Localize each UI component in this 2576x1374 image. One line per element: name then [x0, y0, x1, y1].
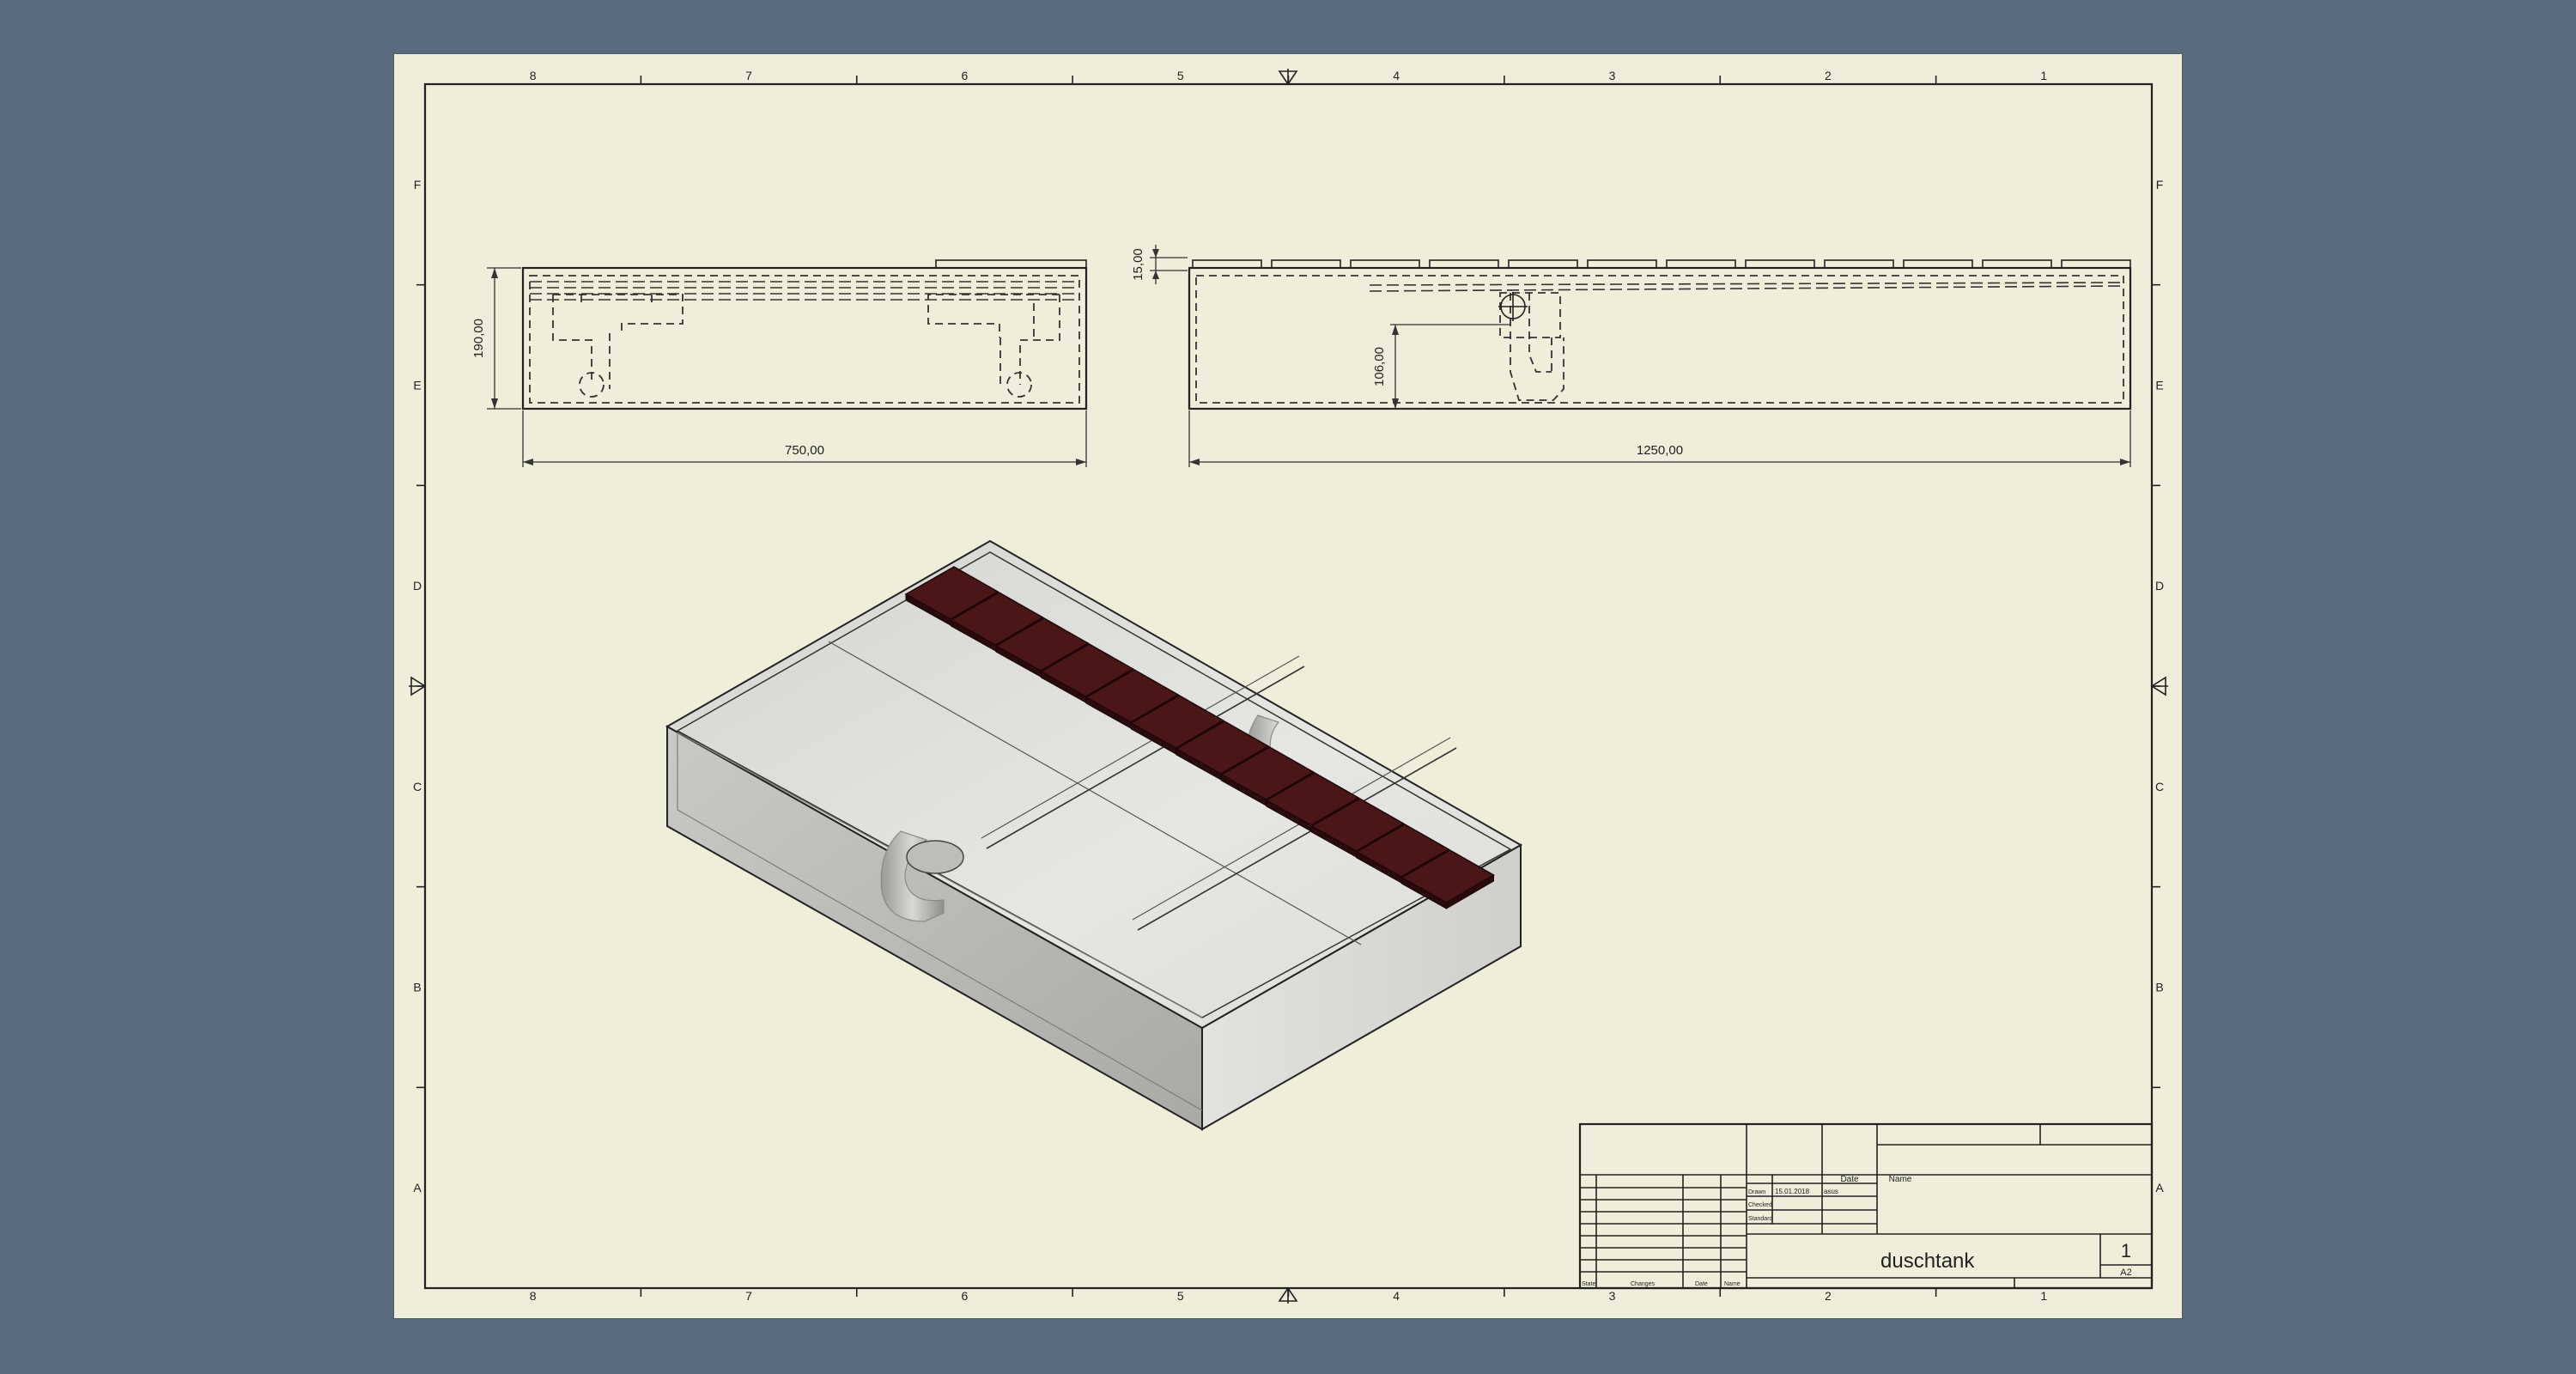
- grate-slat: [1903, 259, 1973, 269]
- zone-label-left-F: F: [414, 178, 422, 192]
- zone-label-right-C: C: [2155, 780, 2164, 793]
- title-block-drawn-date: 15.01.2018: [1775, 1188, 1810, 1195]
- revision-state-header: State: [1582, 1281, 1595, 1287]
- front-width-dimension: 750,00: [785, 443, 824, 458]
- drain-opening: [906, 840, 964, 874]
- title-block-name-header: Name: [1889, 1175, 1912, 1184]
- zone-label-top-7: 7: [745, 69, 752, 82]
- side-view-grate-slats: [1192, 259, 2131, 269]
- side-view-slope-line: [1369, 282, 2124, 292]
- technical-drawing: 8 8 7 7 6 6 5 5 4 4 3 3 2 2 1 1 F F E E D D C C B B A A 190,00 750,…: [409, 69, 2168, 1304]
- title-block-standard-label: Standard: [1748, 1216, 1773, 1222]
- grate-slat: [1824, 259, 1894, 269]
- zone-label-bottom-6: 6: [962, 1289, 969, 1303]
- zone-label-left-E: E: [413, 379, 421, 392]
- revision-date-header: Date: [1695, 1281, 1708, 1287]
- zone-label-bottom-2: 2: [1825, 1289, 1832, 1303]
- side-view: 15,00 106,00 1250,00: [1131, 245, 2132, 467]
- title-block-drawn-name: asus: [1824, 1188, 1838, 1195]
- zone-label-right-D: D: [2155, 579, 2164, 593]
- grate-slat: [1271, 259, 1341, 269]
- grate-slat: [1587, 259, 1657, 269]
- zone-markers: 8 8 7 7 6 6 5 5 4 4 3 3 2 2 1 1 F F E E D D C C B B A A: [413, 69, 2164, 1303]
- isometric-view: [665, 539, 1523, 1131]
- zone-label-right-E: E: [2155, 379, 2163, 392]
- zone-label-left-D: D: [413, 579, 422, 593]
- title-block: Date Name Drawn Checked Standard 15.01.2…: [1578, 1122, 2154, 1290]
- grate-slat: [1429, 259, 1499, 269]
- zone-label-top-2: 2: [1825, 69, 1832, 82]
- side-grate-dimension: 15,00: [1131, 248, 1145, 281]
- centering-mark-left: [409, 676, 427, 696]
- zone-label-bottom-8: 8: [530, 1289, 537, 1303]
- title-block-date-header: Date: [1840, 1175, 1859, 1184]
- zone-label-top-4: 4: [1393, 69, 1400, 82]
- zone-label-left-C: C: [413, 780, 422, 793]
- zone-label-top-6: 6: [962, 69, 969, 82]
- grate-slat: [1745, 259, 1815, 269]
- front-view-grate-edge: [935, 259, 1087, 269]
- grate-slat: [1192, 259, 1262, 269]
- side-trap-hidden: [1510, 293, 1564, 401]
- zone-label-bottom-5: 5: [1177, 1289, 1184, 1303]
- side-width-dimension: 1250,00: [1637, 443, 1683, 458]
- title-block-checked-label: Checked: [1748, 1202, 1772, 1208]
- zone-label-right-F: F: [2156, 178, 2164, 192]
- zone-label-bottom-7: 7: [745, 1289, 752, 1303]
- front-right-drain-hidden: [1006, 372, 1032, 398]
- front-view: 190,00 750,00: [471, 259, 1088, 467]
- zone-label-top-8: 8: [530, 69, 537, 82]
- revision-name-header: Name: [1724, 1281, 1741, 1287]
- grate-slat: [1666, 259, 1736, 269]
- front-view-outline: [521, 266, 1088, 410]
- side-view-inner-wall: [1195, 275, 2124, 404]
- grate-slat: [2061, 259, 2131, 269]
- zone-label-right-B: B: [2155, 981, 2163, 994]
- zone-label-bottom-1: 1: [2040, 1289, 2047, 1303]
- front-right-pipe-hidden: [927, 294, 1060, 385]
- drawing-title: duschtank: [1880, 1249, 1975, 1273]
- grate-slat: [1508, 259, 1578, 269]
- title-block-drawn-label: Drawn: [1748, 1189, 1765, 1195]
- zone-label-bottom-4: 4: [1393, 1289, 1400, 1303]
- revision-changes-header: Changes: [1631, 1281, 1656, 1287]
- zone-label-top-5: 5: [1177, 69, 1184, 82]
- grate-slat: [1982, 259, 2052, 269]
- zone-label-top-1: 1: [2040, 69, 2047, 82]
- zone-label-top-3: 3: [1609, 69, 1616, 82]
- grate-slat: [1350, 259, 1420, 269]
- centering-mark-bottom: [1278, 1286, 1298, 1304]
- zone-label-right-A: A: [2155, 1181, 2164, 1195]
- sheet-size: A2: [2120, 1268, 2131, 1278]
- centering-mark-top: [1278, 69, 1298, 86]
- zone-label-left-B: B: [413, 981, 421, 994]
- front-height-dimension: 190,00: [471, 319, 486, 358]
- side-view-outline: [1188, 266, 2132, 410]
- front-left-pipe-hidden: [552, 294, 683, 385]
- centering-mark-right: [2150, 676, 2168, 696]
- zone-label-bottom-3: 3: [1609, 1289, 1616, 1303]
- drawing-sheet: 8 8 7 7 6 6 5 5 4 4 3 3 2 2 1 1 F F E E D D C C B B A A 190,00 750,…: [394, 54, 2182, 1318]
- sheet-number: 1: [2121, 1240, 2131, 1262]
- side-drain-height-dimension: 106,00: [1372, 347, 1387, 386]
- zone-label-left-A: A: [413, 1181, 422, 1195]
